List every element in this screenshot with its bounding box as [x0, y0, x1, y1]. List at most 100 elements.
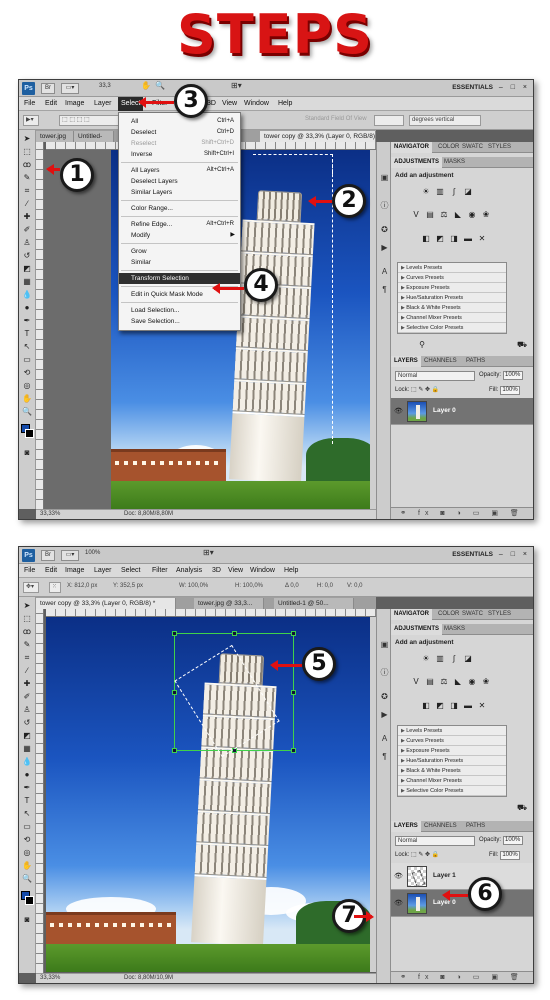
- menu-edit[interactable]: Edit: [42, 97, 60, 111]
- preset-levels[interactable]: Levels Presets: [398, 263, 506, 273]
- curves-icon[interactable]: ∫: [449, 187, 459, 197]
- background-color-swatch[interactable]: [25, 429, 34, 438]
- menu-layer[interactable]: Layer: [91, 97, 115, 111]
- status-zoom[interactable]: 33,33%: [40, 510, 60, 519]
- preset-hue-saturation[interactable]: Hue/Saturation Presets: [398, 756, 506, 766]
- menu-item-deselect-layers[interactable]: Deselect Layers: [119, 176, 240, 187]
- menu-item-all[interactable]: All Ctrl+A: [119, 116, 240, 127]
- menu-item-deselect[interactable]: Deselect Ctrl+D: [119, 127, 240, 138]
- gradient-tool-icon[interactable]: ▦: [22, 744, 32, 754]
- quick-select-icon[interactable]: ✎: [22, 640, 32, 650]
- menu-view[interactable]: View: [219, 97, 240, 111]
- lock-options[interactable]: Lock: ⬚ ✎ ✥ 🔒: [395, 386, 439, 393]
- history-brush-icon[interactable]: ↺: [22, 251, 32, 261]
- lasso-tool-icon[interactable]: ꝏ: [22, 160, 32, 170]
- character-panel-icon[interactable]: A: [379, 733, 390, 744]
- path-select-icon[interactable]: ↖: [22, 809, 32, 819]
- tab-navigator[interactable]: NAVIGATOR: [391, 142, 433, 153]
- type-tool-icon[interactable]: T: [22, 329, 32, 339]
- 3d-rotate-icon[interactable]: ⟲: [22, 835, 32, 845]
- eraser-tool-icon[interactable]: ◩: [22, 264, 32, 274]
- tab-channels[interactable]: CHANNELS: [421, 356, 460, 367]
- actions-panel-icon[interactable]: ▶: [379, 709, 390, 720]
- info-panel-icon[interactable]: ⓘ: [379, 667, 390, 678]
- channel-mixer-icon[interactable]: ❀: [481, 210, 491, 220]
- status-zoom[interactable]: 33,33%: [40, 974, 60, 983]
- menu-item-all-layers[interactable]: All Layers Alt+Ctrl+A: [119, 165, 240, 176]
- type-tool-icon[interactable]: T: [22, 796, 32, 806]
- menu-item-quick-mask[interactable]: Edit in Quick Mask Mode: [119, 289, 240, 300]
- tab-swatches[interactable]: SWATC: [459, 609, 486, 620]
- workspace-switcher[interactable]: ESSENTIALS: [452, 84, 493, 91]
- brightness-icon[interactable]: ☀: [421, 187, 431, 197]
- zoom-level[interactable]: 100%: [85, 550, 100, 556]
- zoom-tool-icon[interactable]: 🔍: [22, 407, 32, 417]
- tool-preset-picker[interactable]: ✥▾: [23, 582, 39, 593]
- invert-icon[interactable]: ◧: [421, 701, 431, 711]
- transform-handle[interactable]: [291, 748, 296, 753]
- view-extras-button[interactable]: ▭▾: [61, 83, 79, 94]
- hand-tool-icon[interactable]: ✋: [22, 861, 32, 871]
- blend-mode-select[interactable]: Normal: [395, 836, 475, 846]
- preset-selective-color[interactable]: Selective Color Presets: [398, 323, 506, 333]
- eraser-tool-icon[interactable]: ◩: [22, 731, 32, 741]
- brush-tool-icon[interactable]: ✐: [22, 225, 32, 235]
- transform-handle[interactable]: [172, 631, 177, 636]
- history-brush-icon[interactable]: ↺: [22, 718, 32, 728]
- vibrance-icon[interactable]: V: [411, 677, 421, 687]
- tab-channels[interactable]: CHANNELS: [421, 821, 460, 832]
- tab-paths[interactable]: PATHS: [463, 356, 488, 367]
- preset-black-white[interactable]: Black & White Presets: [398, 766, 506, 776]
- rect-marquee-icon[interactable]: ⬚: [22, 614, 32, 624]
- clone-stamp-icon[interactable]: ♙: [22, 238, 32, 248]
- preset-exposure[interactable]: Exposure Presets: [398, 283, 506, 293]
- preset-channel-mixer[interactable]: Channel Mixer Presets: [398, 313, 506, 323]
- menu-item-save-selection[interactable]: Save Selection...: [119, 316, 240, 327]
- lock-options[interactable]: Lock: ⬚ ✎ ✥ 🔒: [395, 851, 439, 858]
- menu-item-transform-selection[interactable]: Transform Selection: [119, 273, 240, 284]
- menu-image[interactable]: Image: [62, 564, 87, 578]
- rect-marquee-icon[interactable]: ⬚: [22, 147, 32, 157]
- h-skew-field[interactable]: H: 0,0: [315, 582, 341, 593]
- bridge-button[interactable]: Br: [41, 83, 55, 94]
- actions-panel-icon[interactable]: ▶: [379, 242, 390, 253]
- exposure-icon[interactable]: ◪: [463, 654, 473, 664]
- panel-options-icon[interactable]: ⛟: [517, 803, 527, 813]
- layers-footer-buttons[interactable]: ⚭ fx ◙ ◑ ▭ ▣ 🗑: [391, 971, 533, 983]
- window-controls[interactable]: – □ ×: [499, 84, 530, 91]
- curves-icon[interactable]: ∫: [449, 654, 459, 664]
- tab-swatches[interactable]: SWATC: [459, 142, 486, 153]
- tab-styles[interactable]: STYLES: [485, 609, 514, 620]
- history-panel-icon[interactable]: ▣: [379, 639, 390, 650]
- tab-styles[interactable]: STYLES: [485, 142, 514, 153]
- opacity-control[interactable]: Opacity: 100%: [479, 836, 523, 845]
- reference-point-icon[interactable]: ⁙: [49, 582, 61, 593]
- eye-icon[interactable]: 👁: [393, 872, 404, 882]
- hue-saturation-icon[interactable]: ▤: [425, 210, 435, 220]
- tab-paths[interactable]: PATHS: [463, 821, 488, 832]
- 3d-orbit-icon[interactable]: ◎: [22, 848, 32, 858]
- menu-analysis[interactable]: Analysis: [173, 564, 205, 578]
- workspace-switcher[interactable]: ESSENTIALS: [452, 551, 493, 558]
- field-of-view-input[interactable]: [374, 115, 404, 126]
- panel-options-icon[interactable]: ⛟: [517, 340, 527, 350]
- photo-filter-icon[interactable]: ◉: [467, 677, 477, 687]
- blur-tool-icon[interactable]: 💧: [22, 757, 32, 767]
- preset-curves[interactable]: Curves Presets: [398, 273, 506, 283]
- preset-channel-mixer[interactable]: Channel Mixer Presets: [398, 776, 506, 786]
- move-tool-icon[interactable]: ➤: [22, 601, 32, 611]
- menu-item-color-range[interactable]: Color Range...: [119, 203, 240, 214]
- quick-mask-icon[interactable]: ◙: [22, 448, 32, 458]
- tab-adjustments[interactable]: ADJUSTMENTS: [391, 157, 443, 168]
- posterize-icon[interactable]: ◩: [435, 234, 445, 244]
- tab-tower-jpg[interactable]: tower.jpg @ 33,3...: [194, 598, 264, 609]
- move-tool-icon[interactable]: ➤: [22, 134, 32, 144]
- black-white-icon[interactable]: ◣: [453, 677, 463, 687]
- color-balance-icon[interactable]: ⚖: [439, 677, 449, 687]
- vibrance-icon[interactable]: V: [411, 210, 421, 220]
- 3d-orbit-icon[interactable]: ◎: [22, 381, 32, 391]
- x-position-field[interactable]: X: 812,0 px: [65, 582, 105, 593]
- levels-icon[interactable]: ▥: [435, 187, 445, 197]
- v-skew-field[interactable]: V: 0,0: [345, 582, 371, 593]
- tab-tower-copy[interactable]: tower copy @ 33,3% (Layer 0, RGB/8) *: [260, 131, 376, 142]
